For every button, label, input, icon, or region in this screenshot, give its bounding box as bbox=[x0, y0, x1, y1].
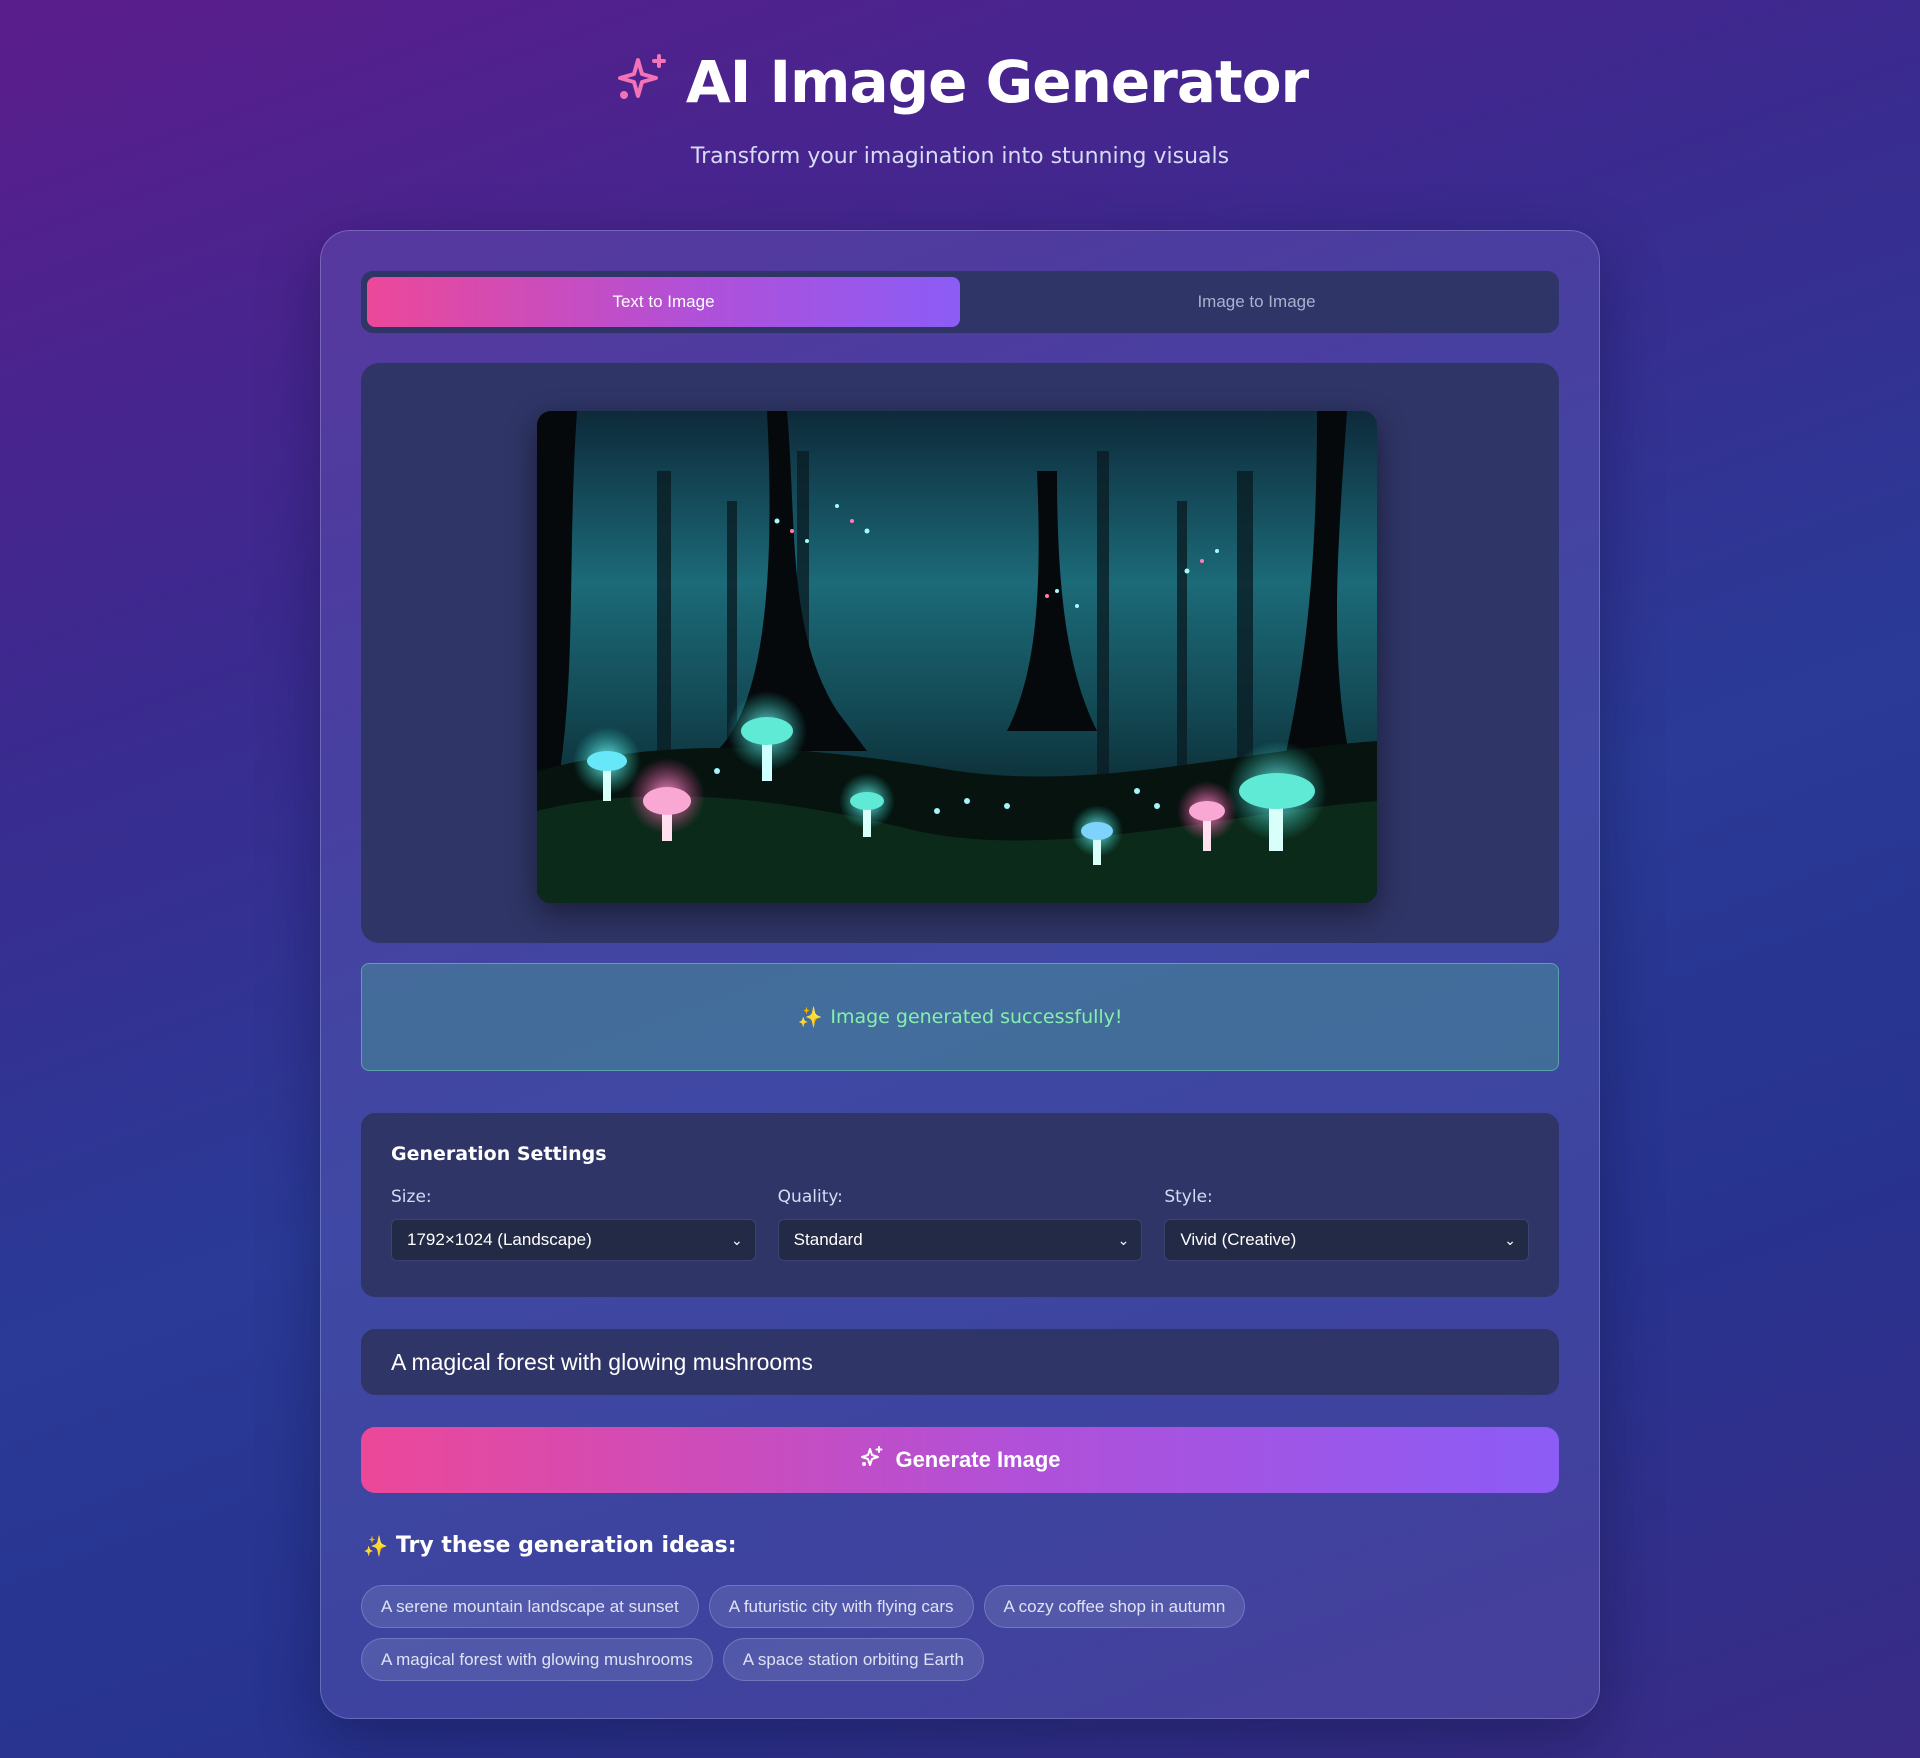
size-value: 1792×1024 (Landscape) bbox=[407, 1230, 592, 1249]
ideas-heading: ✨ Try these generation ideas: bbox=[363, 1533, 737, 1558]
chevron-down-icon: ⌄ bbox=[1504, 1231, 1517, 1248]
settings-title: Generation Settings bbox=[391, 1143, 607, 1165]
tab-text-to-image[interactable]: Text to Image bbox=[367, 277, 960, 327]
status-message: Image generated successfully! bbox=[830, 1006, 1123, 1028]
prompt-input[interactable]: A magical forest with glowing mushrooms bbox=[361, 1329, 1559, 1395]
style-select[interactable]: Vivid (Creative) ⌄ bbox=[1164, 1219, 1530, 1261]
quality-field: Quality: Standard ⌄ bbox=[777, 1187, 1143, 1261]
idea-chip[interactable]: A futuristic city with flying cars bbox=[708, 1585, 974, 1628]
idea-chip[interactable]: A space station orbiting Earth bbox=[722, 1638, 984, 1681]
generate-image-button[interactable]: Generate Image bbox=[361, 1427, 1559, 1493]
style-field: Style: Vivid (Creative) ⌄ bbox=[1164, 1187, 1530, 1261]
idea-chip[interactable]: A magical forest with glowing mushrooms bbox=[361, 1638, 713, 1681]
ideas-list: A serene mountain landscape at sunset A … bbox=[361, 1585, 1559, 1681]
idea-chip[interactable]: A cozy coffee shop in autumn bbox=[983, 1585, 1246, 1628]
settings-grid: Size: 1792×1024 (Landscape) ⌄ Quality: S… bbox=[391, 1187, 1530, 1261]
size-label: Size: bbox=[391, 1187, 432, 1207]
image-preview-panel bbox=[361, 363, 1559, 943]
idea-chip[interactable]: A serene mountain landscape at sunset bbox=[361, 1585, 699, 1628]
style-value: Vivid (Creative) bbox=[1180, 1230, 1297, 1249]
chevron-down-icon: ⌄ bbox=[1117, 1231, 1130, 1248]
page-title: AI Image Generator bbox=[685, 48, 1309, 116]
quality-value: Standard bbox=[793, 1230, 863, 1249]
sparkle-icon: ✨ bbox=[797, 1005, 823, 1029]
size-select[interactable]: 1792×1024 (Landscape) ⌄ bbox=[391, 1219, 756, 1261]
sparkle-icon: ✨ bbox=[363, 1533, 388, 1558]
chevron-down-icon: ⌄ bbox=[730, 1231, 743, 1248]
sparkles-icon bbox=[612, 50, 672, 115]
status-banner: ✨ Image generated successfully! bbox=[361, 963, 1559, 1071]
ideas-title: Try these generation ideas: bbox=[395, 1533, 737, 1558]
quality-label: Quality: bbox=[777, 1187, 843, 1207]
page-header: AI Image Generator Transform your imagin… bbox=[0, 48, 1920, 169]
quality-select[interactable]: Standard ⌄ bbox=[777, 1219, 1143, 1261]
mode-tabs: Text to Image Image to Image bbox=[361, 271, 1559, 333]
title-row: AI Image Generator bbox=[0, 48, 1920, 116]
tab-image-to-image[interactable]: Image to Image bbox=[960, 277, 1553, 327]
page-subtitle: Transform your imagination into stunning… bbox=[690, 144, 1230, 169]
generated-image[interactable] bbox=[537, 411, 1377, 903]
generation-settings: Generation Settings Size: 1792×1024 (Lan… bbox=[361, 1113, 1559, 1297]
sparkles-icon bbox=[859, 1444, 885, 1476]
generate-button-label: Generate Image bbox=[895, 1447, 1061, 1472]
size-field: Size: 1792×1024 (Landscape) ⌄ bbox=[391, 1187, 756, 1261]
style-label: Style: bbox=[1164, 1187, 1213, 1207]
generator-card: Text to Image Image to Image ✨ Image gen… bbox=[320, 230, 1600, 1719]
